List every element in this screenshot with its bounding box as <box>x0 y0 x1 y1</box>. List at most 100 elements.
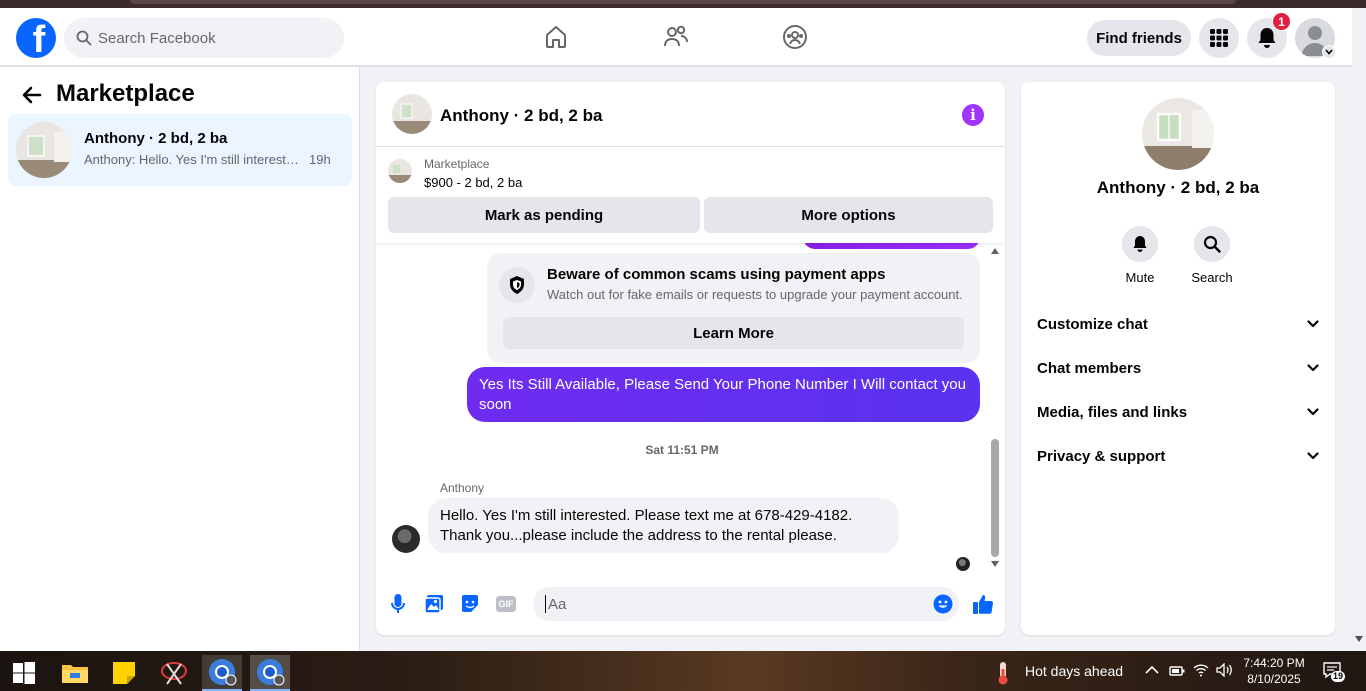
menu-grid-button[interactable] <box>1199 18 1239 58</box>
sender-avatar[interactable] <box>392 525 420 553</box>
previous-outgoing-message <box>803 243 980 249</box>
message-scrollbar[interactable] <box>988 243 1002 573</box>
privacy-support-row[interactable]: Privacy & support <box>1037 434 1319 478</box>
scam-warning-text: Watch out for fake emails or requests to… <box>547 287 963 302</box>
volume-icon[interactable] <box>1216 663 1234 677</box>
mute-button[interactable]: Mute <box>1110 226 1170 285</box>
scam-warning-card: Beware of common scams using payment app… <box>487 253 980 363</box>
search-icon <box>1194 226 1230 262</box>
media-files-links-row[interactable]: Media, files and links <box>1037 390 1319 434</box>
photo-icon[interactable] <box>423 593 445 615</box>
thermometer-icon[interactable] <box>988 655 1018 691</box>
incoming-message-line: Thank you...please include the address t… <box>440 527 837 544</box>
groups-nav-icon[interactable] <box>780 22 810 52</box>
chat-panel: Anthony · 2 bd, 2 ba i Marketplace $900 … <box>376 82 1005 635</box>
sticker-icon[interactable] <box>459 593 481 615</box>
bell-icon <box>1258 28 1276 48</box>
scam-warning-heading: Beware of common scams using payment app… <box>547 266 886 283</box>
incoming-sender-name: Anthony <box>440 481 485 495</box>
emoji-icon[interactable] <box>932 593 954 615</box>
chat-title[interactable]: Anthony · 2 bd, 2 ba <box>440 106 602 126</box>
more-options-button[interactable]: More options <box>704 197 993 233</box>
back-arrow-icon[interactable] <box>20 83 44 107</box>
notification-center-icon[interactable]: 19 <box>1322 661 1346 683</box>
search-conversation-button[interactable]: Search <box>1182 226 1242 285</box>
snipping-tool-icon[interactable] <box>154 655 194 691</box>
section-label: Media, files and links <box>1037 403 1188 421</box>
friends-nav-icon[interactable] <box>661 22 691 52</box>
mute-label: Mute <box>1125 270 1155 285</box>
search-icon <box>76 30 92 46</box>
clock-time: 7:44:20 PM <box>1243 656 1305 670</box>
conversation-time: 19h <box>309 152 331 167</box>
info-icon[interactable]: i <box>962 104 984 126</box>
weather-text[interactable]: Hot days ahead <box>1025 663 1123 679</box>
microphone-icon[interactable] <box>387 593 409 615</box>
wifi-icon[interactable] <box>1193 663 1209 677</box>
incoming-message-line: Hello. Yes I'm still interested. Please … <box>440 507 853 524</box>
mark-as-pending-button[interactable]: Mark as pending <box>388 197 700 233</box>
message-input-placeholder: Aa <box>548 595 567 613</box>
clock-date: 8/10/2025 <box>1247 672 1301 686</box>
chevron-down-icon <box>1307 408 1319 416</box>
windows-taskbar: Hot days ahead 7:44:20 PM 8/10/2025 19 <box>0 651 1366 691</box>
chat-members-row[interactable]: Chat members <box>1037 346 1319 390</box>
chat-header: Anthony · 2 bd, 2 ba i <box>376 82 1005 147</box>
read-receipt-avatar <box>956 557 970 571</box>
chrome-icon[interactable] <box>202 655 242 691</box>
find-friends-button[interactable]: Find friends <box>1087 20 1191 56</box>
details-title: Anthony · 2 bd, 2 ba <box>1096 178 1260 197</box>
page-scrollbar[interactable] <box>1352 8 1366 651</box>
notification-count-badge: 19 <box>1331 671 1346 682</box>
grid-icon <box>1210 29 1228 47</box>
listing-small-thumbnail[interactable] <box>388 159 412 183</box>
conversation-name: Anthony · 2 bd, 2 ba <box>84 130 228 147</box>
learn-more-button[interactable]: Learn More <box>503 317 964 349</box>
message-input[interactable]: Aa <box>533 587 959 621</box>
sticky-notes-icon[interactable] <box>104 655 144 691</box>
listing-thumbnail <box>16 122 72 178</box>
file-explorer-icon[interactable] <box>55 655 95 691</box>
system-clock[interactable]: 7:44:20 PM 8/10/2025 <box>1238 655 1310 687</box>
search-facebook-input[interactable]: Search Facebook <box>64 18 344 58</box>
incoming-message[interactable]: Hello. Yes I'm still interested. Please … <box>428 498 899 553</box>
gif-icon[interactable]: GIF <box>495 593 517 615</box>
chevron-down-icon <box>1307 320 1319 328</box>
message-composer: GIF Aa <box>376 581 1005 635</box>
bell-icon <box>1122 226 1158 262</box>
facebook-topbar: f Search Facebook Find friends 1 <box>0 8 1352 66</box>
like-thumbs-up-icon[interactable] <box>972 593 994 615</box>
customize-chat-row[interactable]: Customize chat <box>1037 302 1319 346</box>
chevron-up-icon[interactable] <box>1145 665 1159 675</box>
marketplace-listing-bar: Marketplace $900 - 2 bd, 2 ba Mark as pe… <box>376 147 1005 243</box>
section-label: Privacy & support <box>1037 447 1166 465</box>
chat-details-panel: Anthony · 2 bd, 2 ba Mute Search Customi… <box>1021 82 1335 635</box>
conversation-item[interactable]: Anthony · 2 bd, 2 ba Anthony: Hello. Yes… <box>8 114 352 186</box>
windows-start-icon[interactable] <box>4 655 44 691</box>
search-label: Search <box>1191 270 1233 285</box>
page-title: Marketplace <box>56 80 195 107</box>
conversation-preview: Anthony: Hello. Yes I'm still interested… <box>84 152 304 167</box>
chevron-down-icon <box>1307 364 1319 372</box>
outgoing-message[interactable]: Yes Its Still Available, Please Send You… <box>467 367 980 422</box>
listing-price[interactable]: $900 - 2 bd, 2 ba <box>424 175 522 190</box>
chevron-down-icon <box>1307 452 1319 460</box>
search-placeholder: Search Facebook <box>98 29 216 47</box>
chrome-profile-icon[interactable] <box>250 655 290 691</box>
listing-large-thumbnail[interactable] <box>1142 98 1214 170</box>
browser-top-strip <box>0 0 1366 8</box>
shield-icon <box>499 267 535 303</box>
section-label: Chat members <box>1037 359 1142 377</box>
facebook-logo-icon[interactable]: f <box>16 18 56 58</box>
home-nav-icon[interactable] <box>541 22 571 52</box>
chat-header-thumbnail[interactable] <box>392 94 432 134</box>
message-timestamp: Sat 11:51 PM <box>645 443 719 457</box>
battery-icon[interactable] <box>1169 665 1185 677</box>
marketplace-label: Marketplace <box>424 157 490 171</box>
scroll-down-icon[interactable] <box>991 561 999 567</box>
account-chevron-icon[interactable] <box>1322 45 1336 59</box>
scrollbar-thumb[interactable] <box>991 439 999 557</box>
message-list: Beware of common scams using payment app… <box>376 243 1005 573</box>
section-label: Customize chat <box>1037 315 1148 333</box>
scroll-up-icon[interactable] <box>991 248 999 254</box>
